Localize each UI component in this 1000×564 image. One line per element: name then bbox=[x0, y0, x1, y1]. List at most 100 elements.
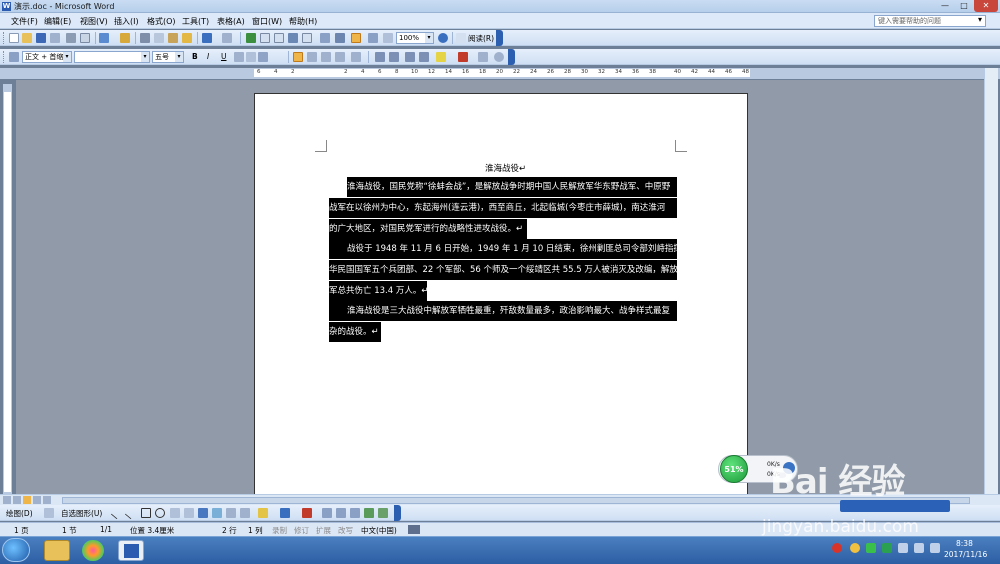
word-taskbar-icon[interactable] bbox=[118, 540, 144, 561]
document-title[interactable]: 淮海战役↵ bbox=[485, 162, 526, 174]
drawing-icon[interactable] bbox=[320, 33, 330, 43]
menu-format[interactable]: 格式(O) bbox=[147, 16, 176, 27]
status-track-changes[interactable]: 修订 bbox=[294, 525, 309, 536]
vertical-textbox-icon[interactable] bbox=[184, 508, 194, 518]
rectangle-icon[interactable] bbox=[141, 508, 151, 518]
menu-help[interactable]: 帮助(H) bbox=[289, 16, 317, 27]
distribute-icon[interactable] bbox=[335, 52, 345, 62]
reading-mode-icon[interactable] bbox=[368, 33, 378, 43]
spelling-icon[interactable] bbox=[120, 33, 130, 43]
hyperlink-icon[interactable] bbox=[246, 33, 256, 43]
document-page[interactable]: 淮海战役↵ 淮海战役，国民党称“徐蚌会战”，是解放战争时期中国人民解放军华东野战… bbox=[254, 93, 748, 503]
char-shading-icon[interactable] bbox=[246, 52, 256, 62]
paragraph-line[interactable]: 华民国国军五个兵团部、22 个军部、56 个师及一个绥靖区共 55.5 万人被消… bbox=[329, 260, 677, 280]
toolbar-grip[interactable] bbox=[3, 51, 6, 63]
toolbar-options-icon[interactable] bbox=[496, 30, 503, 46]
menu-table[interactable]: 表格(A) bbox=[217, 16, 245, 27]
enclose-char-icon[interactable] bbox=[494, 52, 504, 62]
vertical-scrollbar[interactable] bbox=[984, 68, 998, 494]
toolbar-options-icon[interactable] bbox=[508, 49, 515, 65]
close-button[interactable]: ✕ bbox=[974, 0, 998, 12]
help-dropdown-icon[interactable]: ▾ bbox=[978, 15, 982, 24]
minimize-button[interactable]: — bbox=[936, 0, 954, 12]
print-icon[interactable] bbox=[66, 33, 76, 43]
paragraph-line[interactable]: 的广大地区，对国民党军进行的战略性进攻战役。↵ bbox=[329, 219, 527, 239]
highlight-icon[interactable] bbox=[436, 52, 446, 62]
research-icon[interactable] bbox=[99, 33, 109, 43]
columns-icon[interactable] bbox=[302, 33, 312, 43]
menu-window[interactable]: 窗口(W) bbox=[252, 16, 282, 27]
paragraph-line[interactable]: 军总共伤亡 13.4 万人。↵ bbox=[329, 281, 427, 301]
bold-button[interactable]: B bbox=[192, 52, 198, 61]
new-icon[interactable] bbox=[9, 33, 19, 43]
floating-mini-toolbar[interactable] bbox=[840, 500, 950, 512]
shadow-style-icon[interactable] bbox=[364, 508, 374, 518]
volume-tray-icon[interactable] bbox=[930, 543, 940, 553]
browser-taskbar-icon[interactable] bbox=[82, 540, 104, 561]
line-spacing-icon[interactable] bbox=[351, 52, 361, 62]
fill-color-icon[interactable] bbox=[258, 508, 268, 518]
char-scale-icon[interactable] bbox=[258, 52, 268, 62]
document-map-icon[interactable] bbox=[335, 33, 345, 43]
diagram-icon[interactable] bbox=[212, 508, 222, 518]
paragraph-line[interactable]: 杂的战役。↵ bbox=[329, 322, 381, 342]
autoshapes-button[interactable]: 自选图形(U) bbox=[61, 508, 102, 519]
styles-pane-icon[interactable] bbox=[9, 52, 19, 62]
select-objects-icon[interactable] bbox=[44, 508, 54, 518]
open-folder-icon[interactable] bbox=[22, 33, 32, 43]
draw-menu-button[interactable]: 绘图(D) bbox=[6, 508, 33, 519]
read-button[interactable]: 阅读(R) bbox=[468, 33, 494, 44]
memory-usage-circle[interactable]: 51% bbox=[720, 455, 748, 483]
explorer-taskbar-icon[interactable] bbox=[44, 540, 70, 561]
menu-insert[interactable]: 插入(I) bbox=[114, 16, 139, 27]
toolbar-grip[interactable] bbox=[3, 32, 6, 44]
menu-file[interactable]: 文件(F) bbox=[11, 16, 38, 27]
menu-view[interactable]: 视图(V) bbox=[80, 16, 108, 27]
save-icon[interactable] bbox=[36, 33, 46, 43]
insert-excel-icon[interactable] bbox=[288, 33, 298, 43]
align-center-icon[interactable] bbox=[307, 52, 317, 62]
paste-icon[interactable] bbox=[168, 33, 178, 43]
maximize-button[interactable]: □ bbox=[955, 0, 973, 12]
sogou-tray-icon[interactable] bbox=[832, 543, 842, 553]
tray-date[interactable]: 2017/11/16 bbox=[944, 550, 987, 559]
copy-icon[interactable] bbox=[154, 33, 164, 43]
arrow-icon[interactable] bbox=[124, 506, 138, 520]
oval-icon[interactable] bbox=[155, 508, 165, 518]
shield-tray-icon[interactable] bbox=[882, 543, 892, 553]
textbox-icon[interactable] bbox=[170, 508, 180, 518]
vertical-ruler[interactable] bbox=[3, 84, 12, 494]
read-icon[interactable] bbox=[456, 33, 466, 43]
wordart-icon[interactable] bbox=[198, 508, 208, 518]
font-color-icon[interactable] bbox=[458, 52, 468, 62]
permission-icon[interactable] bbox=[50, 33, 60, 43]
network-tray-icon[interactable] bbox=[898, 543, 908, 553]
help-search-input[interactable]: 键入需要帮助的问题 bbox=[874, 15, 986, 27]
print-view-icon[interactable] bbox=[23, 496, 31, 504]
increase-indent-icon[interactable] bbox=[419, 52, 429, 62]
show-hide-icon[interactable] bbox=[351, 33, 361, 43]
cut-icon[interactable] bbox=[140, 33, 150, 43]
align-justify-icon[interactable] bbox=[293, 52, 303, 62]
picture-icon[interactable] bbox=[240, 508, 250, 518]
spelling-status-icon[interactable] bbox=[408, 525, 420, 534]
3d-style-icon[interactable] bbox=[378, 508, 388, 518]
reading-view-icon[interactable] bbox=[43, 496, 51, 504]
menu-edit[interactable]: 编辑(E) bbox=[44, 16, 71, 27]
redo-icon[interactable] bbox=[222, 33, 232, 43]
size-select[interactable]: 五号 ▾ bbox=[152, 51, 184, 63]
status-extend[interactable]: 扩展 bbox=[316, 525, 331, 536]
dash-style-icon[interactable] bbox=[336, 508, 346, 518]
horizontal-ruler[interactable]: 6 4 2 2 4 6 8 10 12 14 16 18 20 22 24 26… bbox=[0, 68, 1000, 79]
phonetic-guide-icon[interactable] bbox=[478, 52, 488, 62]
paragraph-line[interactable]: 淮海战役，国民党称“徐蚌会战”，是解放战争时期中国人民解放军华东野战军、中原野 bbox=[347, 177, 677, 197]
line-icon[interactable] bbox=[110, 506, 124, 520]
outline-view-icon[interactable] bbox=[33, 496, 41, 504]
paragraph-mark-icon[interactable] bbox=[383, 33, 393, 43]
font-select[interactable]: ▾ bbox=[74, 51, 150, 63]
status-record[interactable]: 录制 bbox=[272, 525, 287, 536]
tray-icon[interactable] bbox=[850, 543, 860, 553]
clipart-icon[interactable] bbox=[226, 508, 236, 518]
status-overtype[interactable]: 改写 bbox=[338, 525, 353, 536]
start-button-icon[interactable] bbox=[2, 538, 30, 562]
